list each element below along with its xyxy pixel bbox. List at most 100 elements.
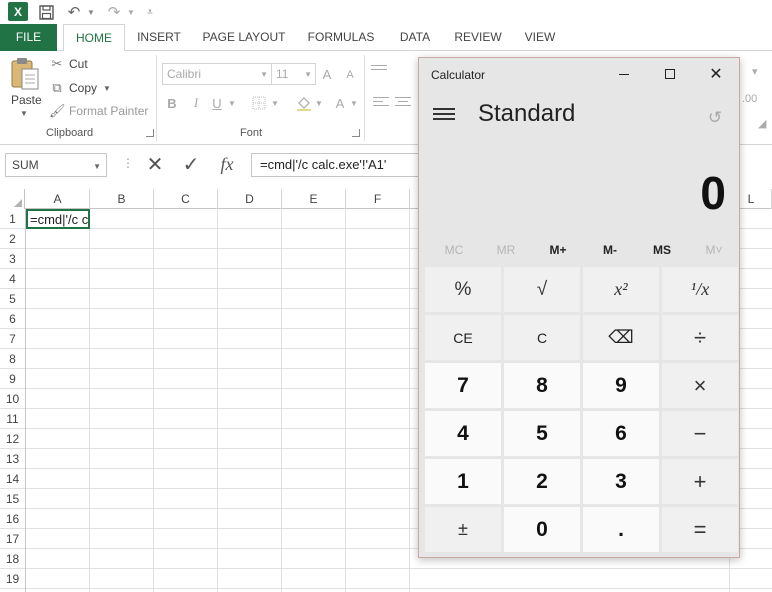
memory-list-button[interactable]: M˅ <box>689 238 739 262</box>
align-top-icon[interactable] <box>371 65 387 79</box>
cancel-icon[interactable]: ✕ <box>142 151 168 177</box>
row-header[interactable]: 12 <box>0 429 25 449</box>
redo-icon[interactable]: ↷ <box>106 2 122 22</box>
check-icon[interactable]: ✓ <box>178 151 204 177</box>
digit-8-button[interactable]: 8 <box>504 363 580 408</box>
subtract-button[interactable]: − <box>662 411 738 456</box>
bold-icon[interactable]: B <box>166 93 178 113</box>
digit-9-button[interactable]: 9 <box>583 363 659 408</box>
name-box[interactable]: SUM ▼ <box>5 153 107 177</box>
maximize-button[interactable] <box>647 58 693 90</box>
column-header-b[interactable]: B <box>90 189 154 209</box>
row-header[interactable]: 13 <box>0 449 25 469</box>
font-color-dropdown-icon[interactable]: ▼ <box>350 93 358 113</box>
ribbon-overflow-icon[interactable]: ▾ <box>752 65 758 78</box>
ribbon-launcher-icon[interactable]: ◢ <box>758 117 766 130</box>
add-button[interactable]: + <box>662 459 738 504</box>
grow-font-icon[interactable]: A <box>320 64 334 84</box>
row-header[interactable]: 3 <box>0 249 25 269</box>
tab-insert[interactable]: INSERT <box>132 24 186 51</box>
row-header[interactable]: 1 <box>0 209 25 229</box>
underline-icon[interactable]: U <box>211 93 223 113</box>
underline-dropdown-icon[interactable]: ▼ <box>228 93 236 113</box>
font-name-combobox[interactable]: Calibri ▼ <box>162 63 272 85</box>
copy-button[interactable]: ⧉ Copy ▼ <box>49 78 111 98</box>
hamburger-menu-icon[interactable] <box>431 104 457 124</box>
multiply-button[interactable]: × <box>662 363 738 408</box>
borders-icon[interactable] <box>251 93 267 113</box>
row-header[interactable]: 11 <box>0 409 25 429</box>
tab-page-layout[interactable]: PAGE LAYOUT <box>196 24 292 51</box>
customize-qat-icon[interactable]: ⩡ <box>144 2 156 22</box>
column-header-d[interactable]: D <box>218 189 282 209</box>
minimize-button[interactable] <box>601 58 647 90</box>
backspace-button[interactable]: ⌫ <box>583 315 659 360</box>
percent-button[interactable]: % <box>425 267 501 312</box>
tab-review[interactable]: REVIEW <box>450 24 506 51</box>
font-color-icon[interactable]: A <box>333 93 347 113</box>
clipboard-launcher-icon[interactable] <box>146 129 154 137</box>
align-left-icon[interactable] <box>373 97 389 111</box>
decimal-point-button[interactable]: . <box>583 507 659 552</box>
tab-formulas[interactable]: FORMULAS <box>302 24 380 51</box>
row-header[interactable]: 9 <box>0 369 25 389</box>
memory-recall-button[interactable]: MR <box>481 238 531 262</box>
row-header[interactable]: 6 <box>0 309 25 329</box>
row-header[interactable]: 4 <box>0 269 25 289</box>
digit-4-button[interactable]: 4 <box>425 411 501 456</box>
copy-dropdown-icon[interactable]: ▼ <box>103 84 111 93</box>
sqrt-button[interactable]: √ <box>504 267 580 312</box>
paste-icon[interactable] <box>10 57 40 91</box>
paste-button[interactable]: Paste <box>11 93 42 107</box>
tab-home[interactable]: HOME <box>63 24 125 52</box>
borders-dropdown-icon[interactable]: ▼ <box>271 93 279 113</box>
calculator-titlebar[interactable]: Calculator ✕ <box>419 58 739 90</box>
column-header-e[interactable]: E <box>282 189 346 209</box>
clear-button[interactable]: C <box>504 315 580 360</box>
formula-input[interactable]: =cmd|'/c calc.exe'!'A1' <box>251 153 421 177</box>
chevron-down-icon[interactable]: ▼ <box>93 162 101 171</box>
cell-a1[interactable]: =cmd|'/c calc.exe'!'A1' <box>26 209 90 229</box>
redo-dropdown-icon[interactable]: ▼ <box>126 2 136 22</box>
align-center-icon[interactable] <box>395 97 411 111</box>
row-header[interactable]: 7 <box>0 329 25 349</box>
row-header[interactable]: 2 <box>0 229 25 249</box>
digit-1-button[interactable]: 1 <box>425 459 501 504</box>
reciprocal-button[interactable]: ¹/x <box>662 267 738 312</box>
memory-add-button[interactable]: M+ <box>533 238 583 262</box>
digit-2-button[interactable]: 2 <box>504 459 580 504</box>
row-header[interactable]: 10 <box>0 389 25 409</box>
square-button[interactable]: x² <box>583 267 659 312</box>
row-header[interactable]: 19 <box>0 569 25 589</box>
select-all-button[interactable] <box>0 189 25 209</box>
digit-5-button[interactable]: 5 <box>504 411 580 456</box>
row-header[interactable]: 8 <box>0 349 25 369</box>
column-header-f[interactable]: F <box>346 189 410 209</box>
divide-button[interactable]: ÷ <box>662 315 738 360</box>
cut-button[interactable]: ✂ Cut <box>49 54 88 74</box>
digit-0-button[interactable]: 0 <box>504 507 580 552</box>
tab-data[interactable]: DATA <box>390 24 440 51</box>
save-icon[interactable] <box>37 2 55 22</box>
font-launcher-icon[interactable] <box>352 129 360 137</box>
row-header[interactable]: 16 <box>0 509 25 529</box>
row-header[interactable]: 18 <box>0 549 25 569</box>
decimal-icon[interactable]: .00 <box>742 93 757 105</box>
digit-6-button[interactable]: 6 <box>583 411 659 456</box>
fill-color-dropdown-icon[interactable]: ▼ <box>315 93 323 113</box>
equals-button[interactable]: = <box>662 507 738 552</box>
row-header[interactable]: 5 <box>0 289 25 309</box>
tab-view[interactable]: VIEW <box>516 24 564 51</box>
tab-file[interactable]: FILE <box>0 24 57 51</box>
format-painter-button[interactable]: 🖌 Format Painter <box>49 101 148 121</box>
clear-entry-button[interactable]: CE <box>425 315 501 360</box>
digit-3-button[interactable]: 3 <box>583 459 659 504</box>
shrink-font-icon[interactable]: A <box>343 65 357 85</box>
row-header[interactable]: 17 <box>0 529 25 549</box>
close-button[interactable]: ✕ <box>693 58 739 90</box>
undo-dropdown-icon[interactable]: ▼ <box>86 2 96 22</box>
italic-icon[interactable]: I <box>190 93 202 113</box>
row-header[interactable]: 14 <box>0 469 25 489</box>
memory-clear-button[interactable]: MC <box>429 238 479 262</box>
drag-handle-icon[interactable]: ⋮ <box>122 156 134 170</box>
